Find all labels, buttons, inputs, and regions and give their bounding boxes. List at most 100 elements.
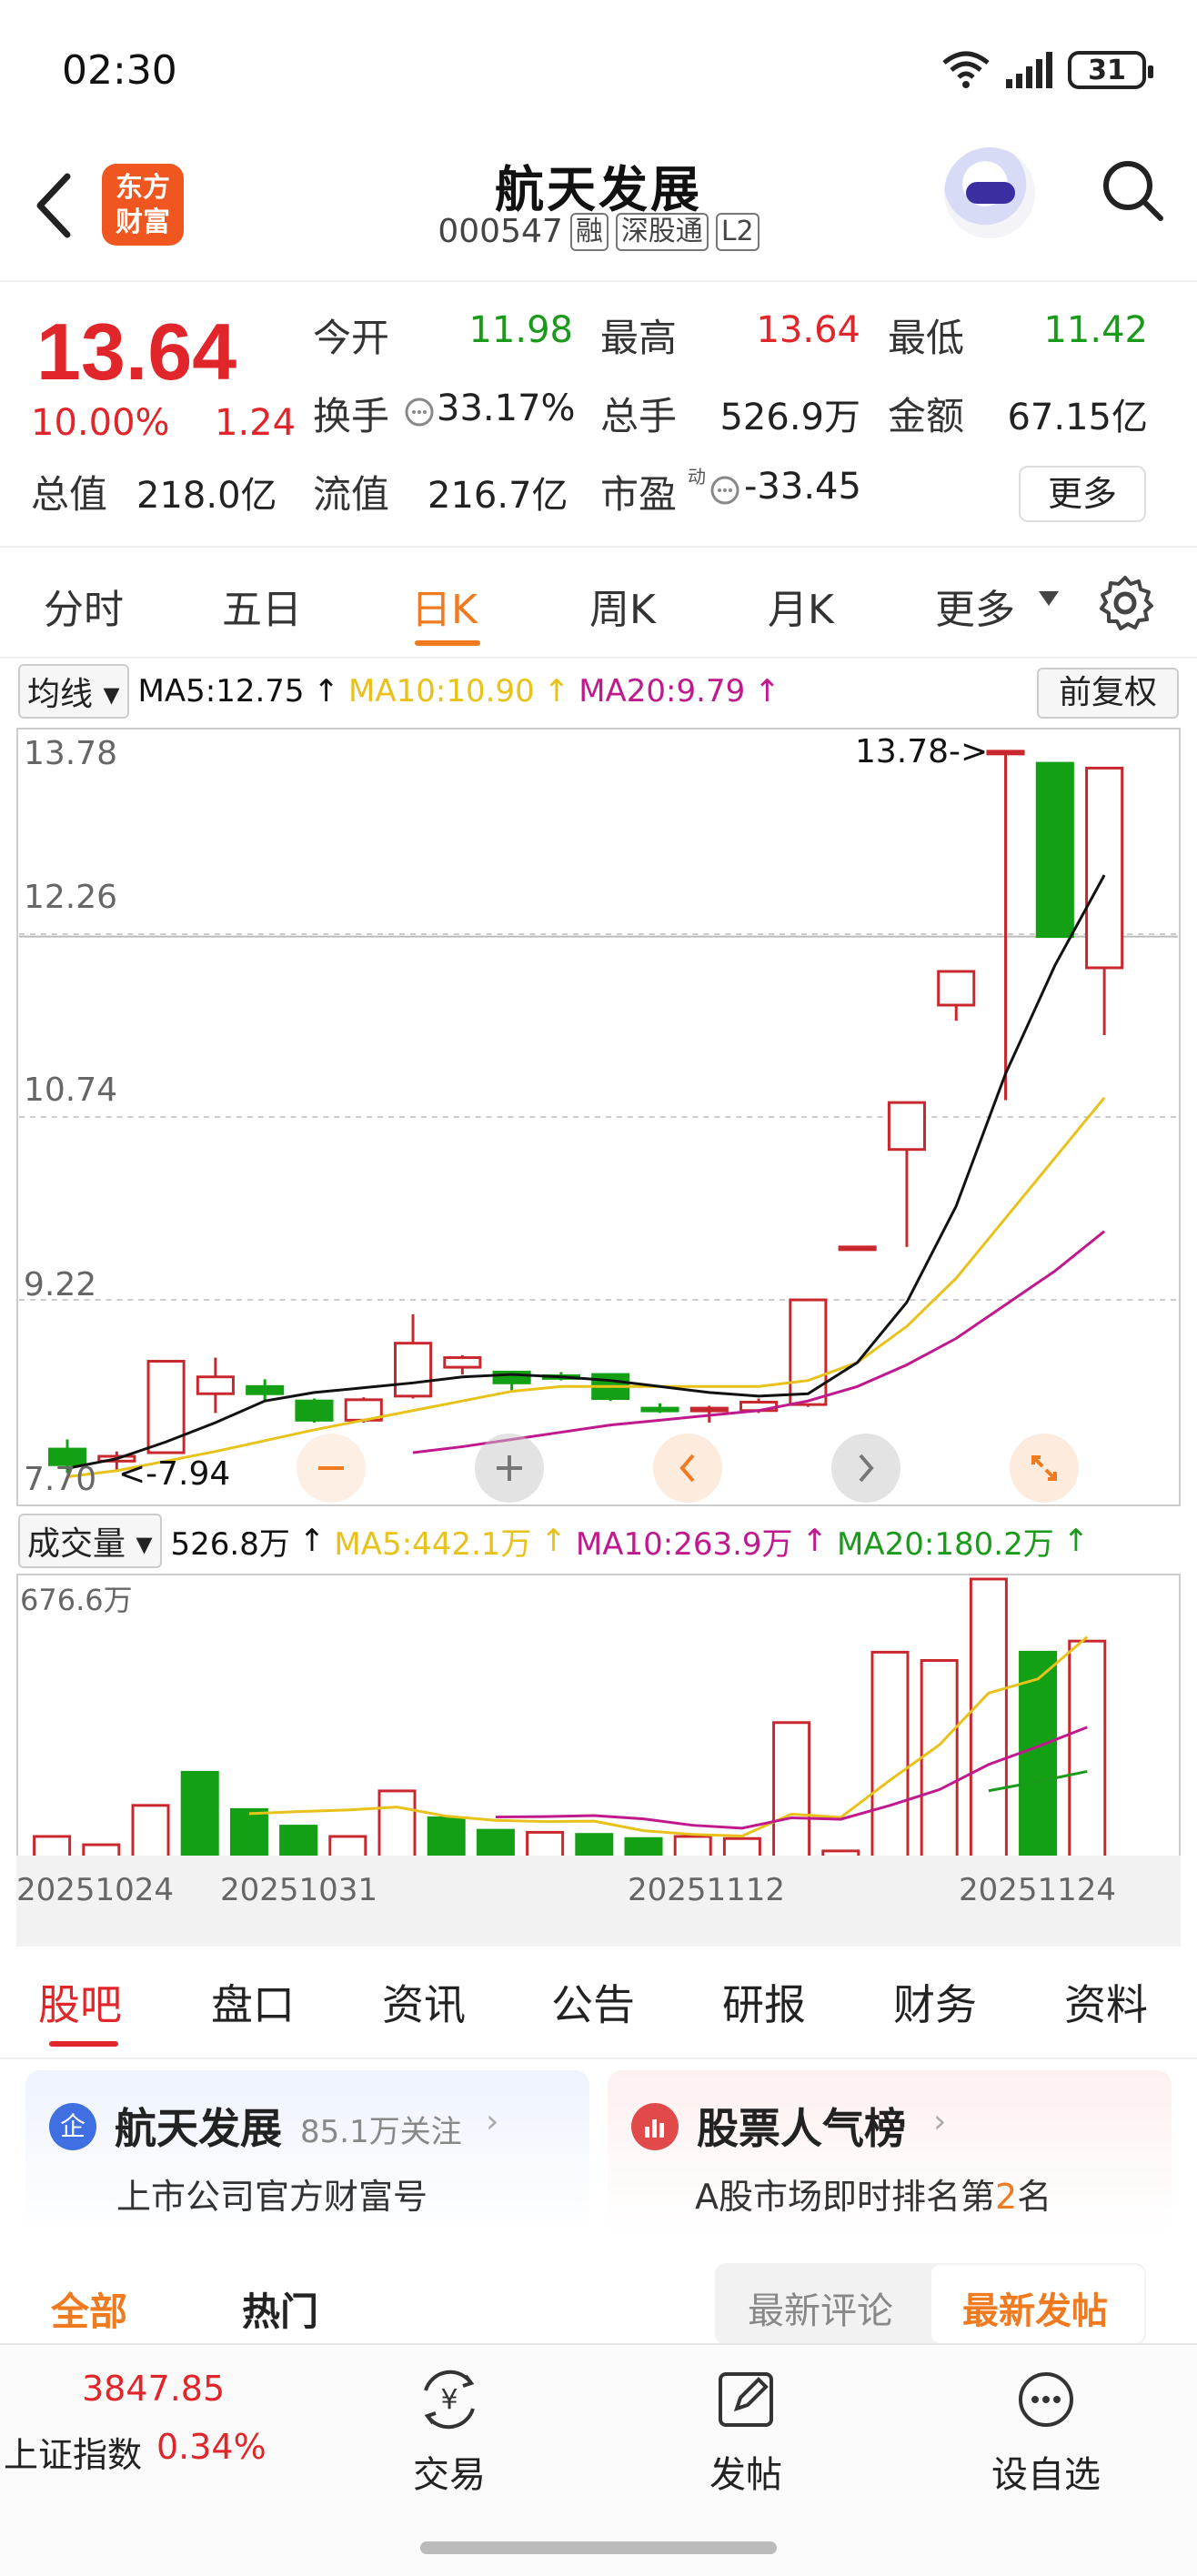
market-cap-value: 218.0亿	[136, 475, 277, 517]
low-annotation: <-7.94	[118, 1455, 231, 1493]
more-quote-button[interactable]: 更多	[1019, 466, 1146, 522]
indicator-selector[interactable]: 均线 ▾	[18, 664, 129, 719]
volume-bar	[1068, 1639, 1107, 1859]
info-icon[interactable]	[709, 475, 740, 506]
rank-card-subtitle: A股市场即时排名第2名	[695, 2168, 1051, 2219]
tab-more[interactable]: 更多	[935, 577, 1015, 635]
adjust-mode-button[interactable]: 前复权	[1037, 668, 1179, 719]
tab-news[interactable]: 资讯	[382, 1972, 466, 2032]
tab-weekly-k[interactable]: 周K	[589, 577, 656, 635]
y-label-4: 9.22	[24, 1266, 97, 1303]
more-dots-icon	[1019, 2372, 1073, 2427]
amount-label: 金额	[888, 394, 965, 438]
tab-research[interactable]: 研报	[722, 1972, 806, 2032]
trade-label: 交易	[413, 2454, 486, 2496]
minus-icon	[318, 1466, 344, 1470]
date-label: 20251112	[628, 1872, 786, 1908]
volume-bar	[772, 1721, 811, 1859]
trade-yuan-icon: ¥	[424, 2370, 475, 2430]
rank-card-title: 股票人气榜	[697, 2104, 906, 2153]
volume-indicator-selector[interactable]: 成交量 ▾	[18, 1514, 162, 1568]
scroll-right-button[interactable]	[831, 1434, 900, 1503]
vol-ma5-line	[248, 1635, 1089, 1838]
candle-body	[196, 1375, 235, 1395]
status-bar: 02:30 31	[0, 0, 1197, 136]
y-label-bottom: 7.70	[24, 1461, 97, 1498]
tab-orderbook[interactable]: 盘口	[211, 1972, 295, 2032]
battery-icon: 31	[1068, 51, 1153, 89]
chevron-right-icon	[859, 1454, 874, 1483]
sort-latest-comment[interactable]: 最新评论	[748, 2281, 893, 2334]
filter-hot[interactable]: 热门	[242, 2281, 318, 2337]
chart-period-tabs: 分时 五日 日K 周K 月K 更多	[0, 549, 1197, 659]
trade-button[interactable]: ¥ 交易	[367, 2363, 531, 2498]
add-watchlist-button[interactable]: 设自选	[964, 2363, 1128, 2498]
zoom-in-button[interactable]	[475, 1434, 544, 1503]
ma10-label: MA10:10.90	[348, 673, 535, 709]
popularity-rank-card[interactable]: 股票人气榜 › A股市场即时排名第2名	[608, 2070, 1172, 2234]
chevron-left-icon	[679, 1454, 695, 1483]
volume-chart[interactable]	[16, 1574, 1181, 1859]
enterprise-icon: 企	[49, 2103, 96, 2150]
home-indicator	[420, 2541, 777, 2554]
active-tab-underline	[415, 640, 480, 646]
volume-bar	[969, 1577, 1008, 1859]
gear-icon[interactable]	[1095, 573, 1155, 633]
candle-body	[640, 1406, 679, 1413]
zoom-out-button[interactable]	[297, 1434, 366, 1503]
vol-ma5-label: MA5:442.1万	[334, 1525, 532, 1563]
info-icon[interactable]	[404, 397, 435, 428]
battery-level: 31	[1088, 54, 1126, 86]
volume-value: 526.9万	[719, 397, 860, 438]
candle-body	[295, 1399, 334, 1422]
tag-margin: 融	[569, 213, 609, 251]
tab-forum[interactable]: 股吧	[38, 1972, 122, 2032]
open-value: 11.98	[468, 309, 573, 351]
candle-body	[937, 970, 976, 1007]
tab-daily-k[interactable]: 日K	[411, 577, 478, 635]
tab-financials[interactable]: 财务	[893, 1972, 977, 2032]
turnover-label: 换手	[313, 394, 390, 438]
edit-icon	[719, 2372, 773, 2427]
scroll-left-button[interactable]	[653, 1434, 722, 1503]
tab-announcements[interactable]: 公告	[551, 1972, 635, 2032]
date-label: 20251031	[220, 1872, 378, 1908]
date-label: 20251124	[959, 1872, 1117, 1908]
high-label: 最高	[600, 316, 678, 360]
ma5-label: MA5:12.75	[137, 673, 305, 709]
ma20-up-arrow-icon: ↑	[754, 673, 780, 709]
index-name[interactable]: 上证指数	[4, 2427, 142, 2477]
sort-latest-post[interactable]: 最新发帖	[962, 2281, 1108, 2334]
bar-chart-icon	[631, 2103, 679, 2150]
filter-all[interactable]: 全部	[51, 2281, 127, 2337]
candle-body	[689, 1406, 729, 1413]
tab-intraday[interactable]: 分时	[44, 577, 124, 635]
company-followers: 85.1万关注	[300, 2114, 462, 2150]
turnover-value: 33.17%	[437, 387, 576, 429]
stock-code: 000547	[438, 213, 563, 250]
post-button[interactable]: 发帖	[664, 2363, 828, 2498]
fullscreen-button[interactable]	[1010, 1434, 1079, 1503]
search-icon[interactable]	[1097, 155, 1170, 227]
change-amount: 1.24	[215, 402, 297, 444]
tab-monthly-k[interactable]: 月K	[768, 577, 834, 635]
index-change[interactable]: 0.34%	[156, 2427, 267, 2467]
float-cap-value: 216.7亿	[428, 475, 568, 517]
content-tabs: 股吧 盘口 资讯 公告 研报 财务 资料	[0, 1947, 1197, 2059]
high-annotation: 13.78->	[855, 733, 989, 770]
quote-panel: 13.64 10.00% 1.24 今开 11.98 最高 13.64 最低 1…	[0, 284, 1197, 548]
tag-connect: 深股通	[615, 213, 709, 251]
open-label: 今开	[313, 316, 390, 360]
ma20-line	[412, 1230, 1106, 1454]
volume-max-label: 676.6万	[20, 1583, 133, 1617]
index-value[interactable]: 3847.85	[82, 2369, 225, 2409]
kline-chart[interactable]	[16, 728, 1181, 1506]
ma5-up-arrow-icon: ↑	[313, 673, 340, 709]
candle-body	[246, 1384, 285, 1395]
tab-five-day[interactable]: 五日	[222, 577, 302, 635]
tab-profile[interactable]: 资料	[1064, 1972, 1148, 2032]
candle-body	[986, 750, 1025, 756]
company-card-title: 航天发展	[115, 2104, 282, 2153]
low-value: 11.42	[1043, 309, 1148, 351]
company-account-card[interactable]: 企 航天发展 85.1万关注 › 上市公司官方财富号	[25, 2070, 589, 2234]
